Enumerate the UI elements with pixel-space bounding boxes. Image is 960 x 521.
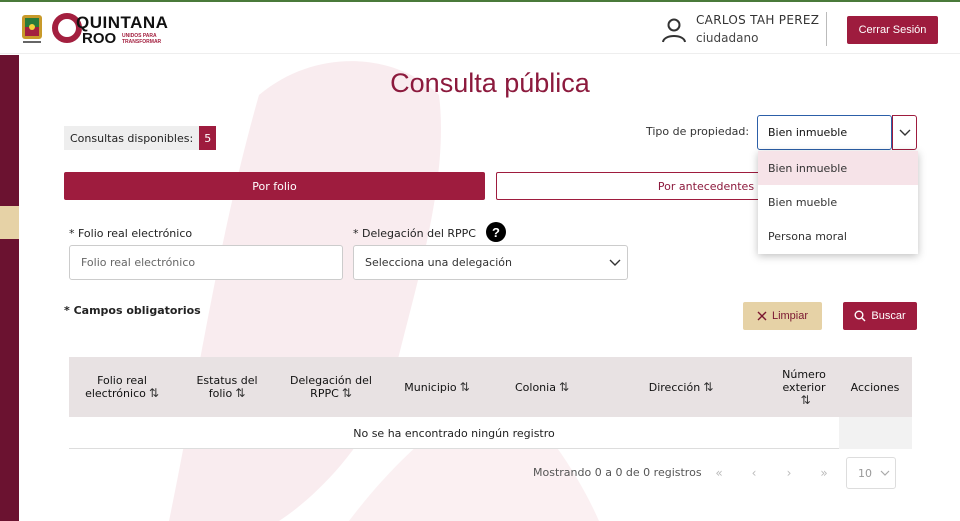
property-type-label: Tipo de propiedad:	[646, 125, 750, 138]
search-icon	[854, 310, 866, 322]
sidebar-accent-band	[0, 206, 19, 239]
logo-tagline: UNIDOS PARA TRANSFORMAR	[122, 33, 162, 45]
logo-wordmark: QUINTANA ROO UNIDOS PARA TRANSFORMAR	[52, 11, 168, 47]
delegacion-field-label: * Delegación del RPPC	[353, 227, 476, 240]
required-fields-note: * Campos obligatorios	[64, 304, 201, 317]
column-label: exterior	[782, 380, 826, 394]
column-label: Colonia	[514, 380, 556, 394]
column-numero-exterior[interactable]: Número exterior ⇅	[769, 357, 839, 417]
folio-input[interactable]: Folio real electrónico	[69, 245, 343, 280]
column-label: RPPC	[310, 387, 339, 400]
table-row: No se ha encontrado ningún registro	[69, 417, 912, 449]
quota-label: Consultas disponibles:	[70, 131, 194, 145]
header-divider	[826, 12, 827, 46]
property-type-select[interactable]: Bien inmueble	[757, 115, 892, 150]
column-estatus-folio[interactable]: Estatus del folio ⇅	[181, 357, 273, 417]
clear-button[interactable]: Limpiar	[743, 302, 822, 330]
actions-cell	[839, 417, 912, 449]
state-seal-icon	[22, 15, 42, 43]
last-page-icon[interactable]: »	[813, 463, 835, 483]
folio-field-label: * Folio real electrónico	[69, 227, 193, 240]
logout-button[interactable]: Cerrar Sesión	[847, 16, 938, 44]
column-municipio[interactable]: Municipio ⇅	[391, 357, 483, 417]
delegacion-select-value: Selecciona una delegación	[365, 256, 512, 269]
column-delegacion[interactable]: Delegación del RPPC ⇅	[281, 357, 381, 417]
property-type-toggle[interactable]	[892, 115, 917, 150]
quota-count: 5	[199, 126, 217, 150]
column-label: electrónico	[85, 387, 146, 400]
first-page-icon[interactable]: «	[708, 463, 730, 483]
user-name: CARLOS TAH PEREZ	[696, 13, 820, 27]
sort-icon: ⇅	[235, 386, 246, 400]
results-table: Folio real electrónico ⇅ Estatus del folio ⇅…	[69, 357, 912, 449]
chevron-down-icon	[899, 129, 910, 136]
sort-icon: ⇅	[341, 386, 352, 400]
column-acciones: Acciones	[841, 357, 909, 417]
sort-icon: ⇅	[148, 386, 159, 400]
previous-page-icon[interactable]: ‹	[743, 463, 765, 483]
column-label: Folio real	[97, 374, 147, 387]
logo-line2: ROO	[82, 30, 117, 47]
column-label: Municipio	[404, 380, 457, 394]
user-role: ciudadano	[696, 31, 759, 45]
sort-icon: ⇅	[558, 379, 570, 394]
table-header: Folio real electrónico ⇅ Estatus del folio ⇅…	[69, 357, 912, 417]
column-label: Delegación del	[290, 374, 372, 387]
page-size-value: 10	[858, 466, 872, 480]
column-label: Estatus del	[196, 374, 258, 387]
search-button-label: Buscar	[871, 310, 906, 322]
pagination-info: Mostrando 0 a 0 de 0 registros	[533, 466, 702, 479]
sort-icon: ⇅	[459, 379, 470, 394]
sort-icon: ⇅	[703, 379, 714, 394]
column-colonia[interactable]: Colonia ⇅	[497, 357, 587, 417]
clear-button-label: Limpiar	[771, 310, 809, 322]
search-button[interactable]: Buscar	[843, 302, 917, 330]
chevron-down-icon	[609, 259, 621, 266]
sort-icon: ⇅	[800, 392, 811, 407]
property-type-dropdown: Bien inmueble Bien mueble Persona moral	[758, 151, 918, 254]
left-sidebar-strip	[0, 55, 19, 521]
quota-badge: Consultas disponibles: 5	[64, 126, 217, 150]
tab-por-antecedentes[interactable]: Por antecedentes	[496, 172, 766, 200]
chevron-down-icon	[880, 470, 890, 476]
dropdown-option-persona-moral[interactable]: Persona moral	[758, 219, 918, 253]
page-size-select[interactable]: 10	[846, 457, 896, 489]
column-folio-real[interactable]: Folio real electrónico ⇅	[69, 357, 175, 417]
help-icon[interactable]: ?	[486, 222, 506, 242]
column-label: Número	[782, 367, 826, 381]
app-header: QUINTANA ROO UNIDOS PARA TRANSFORMAR CAR…	[0, 2, 960, 54]
column-direccion[interactable]: Dirección ⇅	[629, 357, 733, 417]
page-title: Consulta pública	[390, 68, 590, 98]
column-label: Dirección	[648, 380, 701, 394]
delegacion-select[interactable]: Selecciona una delegación	[353, 245, 628, 280]
close-icon	[757, 311, 767, 321]
dropdown-option-bien-mueble[interactable]: Bien mueble	[758, 185, 918, 219]
tab-por-folio[interactable]: Por folio	[64, 172, 485, 200]
column-label: Acciones	[850, 380, 900, 394]
column-label: folio	[208, 387, 233, 400]
quintana-roo-logo[interactable]: QUINTANA ROO UNIDOS PARA TRANSFORMAR	[20, 10, 168, 48]
dropdown-option-bien-inmueble[interactable]: Bien inmueble	[758, 151, 918, 185]
user-icon	[662, 18, 686, 43]
empty-message: No se ha encontrado ningún registro	[353, 426, 555, 440]
next-page-icon[interactable]: ›	[778, 463, 800, 483]
